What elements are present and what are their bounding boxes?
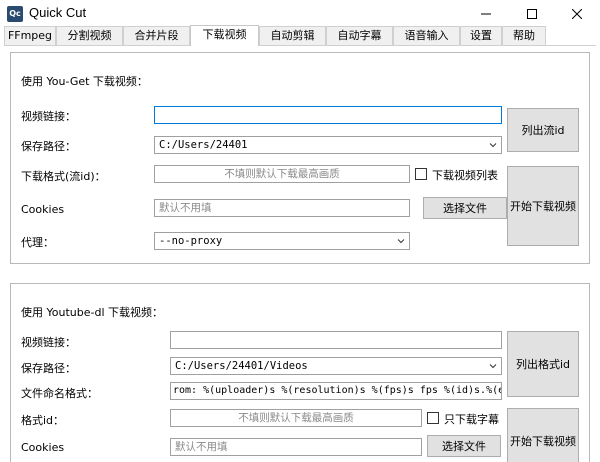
- you-get-cookies-input[interactable]: 默认不用填: [154, 199, 410, 217]
- you-get-group: 使用 You-Get 下载视频： 视频链接： 保存路径： C:/Users/24…: [10, 52, 590, 264]
- maximize-button[interactable]: [509, 0, 555, 28]
- youtube-dl-list-formats-button[interactable]: 列出格式id: [507, 331, 579, 397]
- youtube-dl-filename-label: 文件命名格式：: [21, 387, 98, 400]
- you-get-list-streams-button[interactable]: 列出流id: [507, 108, 579, 152]
- youtube-dl-filename-input[interactable]: rom: %(uploader)s %(resolution)s %(fps)s…: [170, 382, 502, 400]
- you-get-save-path-combo[interactable]: C:/Users/24401: [154, 136, 502, 154]
- youtube-dl-start-download-button[interactable]: 开始下载视频: [507, 408, 579, 462]
- tab-ffmpeg[interactable]: FFmpeg: [4, 26, 56, 45]
- youtube-dl-save-path-value: C:/Users/24401/Videos: [175, 360, 308, 372]
- youtube-dl-save-path-combo[interactable]: C:/Users/24401/Videos: [170, 357, 502, 375]
- you-get-format-input[interactable]: 不填则默认下载最高画质: [154, 165, 410, 183]
- you-get-proxy-label: 代理：: [21, 236, 54, 249]
- maximize-icon: [527, 9, 537, 19]
- tab-auto-edit[interactable]: 自动剪辑: [259, 26, 326, 45]
- you-get-playlist-label: 下载视频列表: [432, 169, 498, 182]
- tab-auto-subtitles[interactable]: 自动字幕: [326, 26, 393, 45]
- tab-merge-clips[interactable]: 合并片段: [123, 26, 190, 45]
- you-get-heading: 使用 You-Get 下载视频：: [21, 75, 148, 88]
- you-get-proxy-combo[interactable]: --no-proxy: [154, 232, 410, 250]
- tab-split-video[interactable]: 分割视频: [56, 26, 123, 45]
- tab-bar: FFmpeg 分割视频 合并片段 下载视频 自动剪辑 自动字幕 语音输入 设置 …: [0, 25, 600, 46]
- window-title: Quick Cut: [29, 5, 87, 20]
- youtube-dl-format-id-input[interactable]: 不填则默认下载最高画质: [170, 409, 422, 427]
- tab-voice-input[interactable]: 语音输入: [393, 26, 460, 45]
- youtube-dl-subs-only-checkbox[interactable]: [427, 412, 439, 424]
- youtube-dl-url-input[interactable]: [170, 331, 502, 349]
- title-bar: Qc Quick Cut: [0, 0, 600, 28]
- youtube-dl-url-label: 视频链接：: [21, 336, 76, 349]
- you-get-url-input[interactable]: [154, 106, 502, 124]
- you-get-playlist-checkbox[interactable]: [415, 168, 427, 180]
- you-get-format-label: 下载格式(流id)：: [21, 170, 106, 183]
- chevron-down-icon: [489, 143, 497, 148]
- youtube-dl-heading: 使用 Youtube-dl 下载视频：: [21, 306, 163, 319]
- you-get-url-label: 视频链接：: [21, 110, 76, 123]
- you-get-choose-file-button[interactable]: 选择文件: [423, 197, 507, 219]
- you-get-cookies-label: Cookies: [21, 203, 65, 216]
- tab-help[interactable]: 帮助: [502, 26, 546, 45]
- minimize-button[interactable]: [463, 0, 509, 28]
- you-get-proxy-value: --no-proxy: [159, 235, 223, 247]
- you-get-save-path-label: 保存路径：: [21, 140, 76, 153]
- chevron-down-icon: [397, 239, 405, 244]
- app-logo-icon: Qc: [7, 6, 23, 22]
- you-get-start-download-button[interactable]: 开始下载视频: [507, 166, 579, 246]
- minimize-icon: [481, 13, 491, 15]
- youtube-dl-subs-only-label: 只下载字幕: [444, 413, 499, 426]
- youtube-dl-format-id-label: 格式id：: [21, 414, 65, 427]
- you-get-save-path-value: C:/Users/24401: [159, 139, 248, 151]
- close-button[interactable]: [554, 0, 600, 28]
- chevron-down-icon: [489, 364, 497, 369]
- close-icon: [572, 9, 582, 19]
- tab-download-video[interactable]: 下载视频: [190, 25, 259, 46]
- youtube-dl-cookies-input[interactable]: 默认不用填: [170, 438, 422, 456]
- youtube-dl-save-path-label: 保存路径：: [21, 362, 76, 375]
- youtube-dl-cookies-label: Cookies: [21, 441, 65, 454]
- tab-settings[interactable]: 设置: [460, 26, 502, 45]
- youtube-dl-group: 使用 Youtube-dl 下载视频： 视频链接： 保存路径： C:/Users…: [10, 283, 590, 462]
- youtube-dl-choose-file-button[interactable]: 选择文件: [427, 435, 501, 457]
